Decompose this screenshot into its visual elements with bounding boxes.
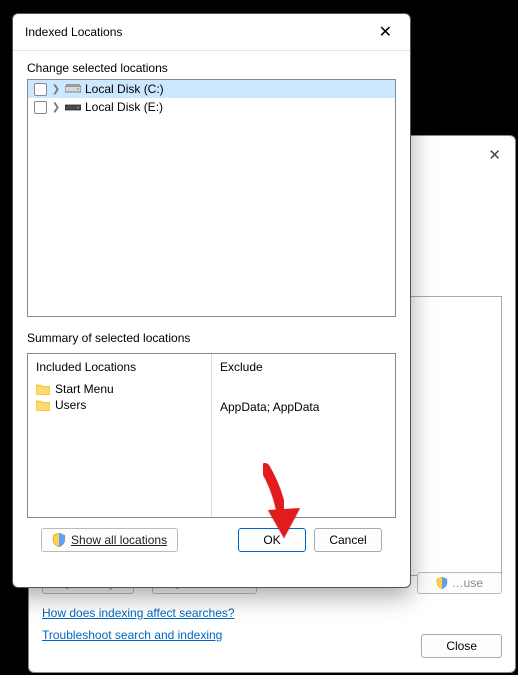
exclude-text: AppData; AppData xyxy=(220,400,387,414)
tree-row-drive-e[interactable]: ❯ Local Disk (E:) xyxy=(28,98,395,116)
included-item-label: Users xyxy=(55,398,86,412)
exclude-header: Exclude xyxy=(220,360,387,374)
dialog-title: Indexed Locations xyxy=(25,25,122,39)
drive-icon xyxy=(65,84,81,94)
background-button-3[interactable]: …use xyxy=(417,572,502,594)
list-item[interactable]: Users xyxy=(36,398,203,412)
indexed-locations-dialog: Indexed Locations ✕ Change selected loca… xyxy=(12,13,411,588)
shield-icon xyxy=(52,533,66,547)
summary-label: Summary of selected locations xyxy=(27,331,396,345)
locations-tree[interactable]: ❯ Local Disk (C:) ❯ Local Disk (E:) xyxy=(27,79,396,317)
cancel-button[interactable]: Cancel xyxy=(314,528,382,552)
included-header: Included Locations xyxy=(36,360,203,374)
folder-icon xyxy=(36,400,50,411)
included-item-label: Start Menu xyxy=(55,382,114,396)
chevron-right-icon[interactable]: ❯ xyxy=(51,102,61,113)
summary-box: Included Locations Start Menu Users Excl… xyxy=(27,353,396,518)
drive-icon xyxy=(65,102,81,112)
titlebar: Indexed Locations ✕ xyxy=(13,14,410,51)
background-links: How does indexing affect searches? Troub… xyxy=(42,606,235,642)
folder-icon xyxy=(36,384,50,395)
checkbox[interactable] xyxy=(34,101,47,114)
shield-icon xyxy=(436,577,448,589)
link-indexing-affect[interactable]: How does indexing affect searches? xyxy=(42,606,235,620)
close-icon[interactable]: ✕ xyxy=(488,146,501,164)
close-button[interactable]: Close xyxy=(421,634,502,658)
checkbox[interactable] xyxy=(34,83,47,96)
chevron-right-icon[interactable]: ❯ xyxy=(51,84,61,95)
show-all-locations-button[interactable]: Show all locations xyxy=(41,528,178,552)
close-icon[interactable]: ✕ xyxy=(371,20,400,44)
ok-button[interactable]: OK xyxy=(238,528,306,552)
dialog-footer: Show all locations OK Cancel xyxy=(27,528,396,564)
tree-row-drive-c[interactable]: ❯ Local Disk (C:) xyxy=(28,80,395,98)
tree-item-label: Local Disk (E:) xyxy=(85,100,163,114)
tree-item-label: Local Disk (C:) xyxy=(85,82,164,96)
link-troubleshoot[interactable]: Troubleshoot search and indexing xyxy=(42,628,235,642)
show-all-label: Show all locations xyxy=(71,533,167,547)
list-item[interactable]: Start Menu xyxy=(36,382,203,396)
change-locations-label: Change selected locations xyxy=(27,61,396,75)
exclude-column: Exclude AppData; AppData xyxy=(212,354,395,517)
included-column: Included Locations Start Menu Users xyxy=(28,354,212,517)
